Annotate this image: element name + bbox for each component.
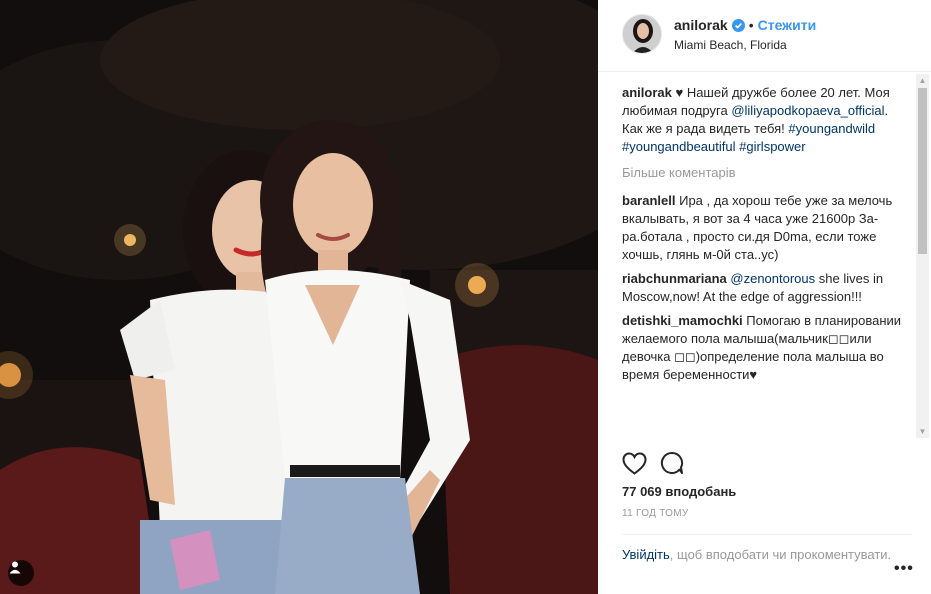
header-title-row: anilorak • Стежити [674,17,816,33]
hashtag-link[interactable]: #youngandwild [788,121,875,136]
separator-dot: • [748,17,754,33]
like-button[interactable] [622,449,652,477]
post-sidebar: anilorak • Стежити Miami Beach, Florida … [598,0,931,594]
caption: anilorak ♥ Нашей дружбе более 20 лет. Мо… [622,84,912,156]
follow-button[interactable]: Стежити [758,17,817,33]
post-timestamp[interactable]: 11 ГОД ТОМУ [622,508,689,519]
avatar[interactable] [622,14,662,54]
post-author-username[interactable]: anilorak [674,17,728,33]
comment-username[interactable]: baranlell [622,193,675,208]
comment-username[interactable]: detishki_mamochki [622,313,743,328]
comments-list[interactable]: anilorak ♥ Нашей дружбе более 20 лет. Мо… [622,84,912,434]
more-options-button[interactable]: ••• [894,560,914,578]
load-more-comments-link[interactable]: Більше коментарів [622,164,912,182]
login-link[interactable]: Увійдіть [622,547,670,562]
scroll-thumb[interactable] [918,88,927,254]
comment-icon [660,451,684,474]
scroll-up-arrow-icon[interactable]: ▲ [916,74,929,87]
post-photo[interactable] [0,0,598,594]
heart-icon [622,451,647,475]
comment-item: baranlell Ира , да хорош тебе уже за мел… [622,192,912,264]
hashtag-link[interactable]: #youngandbeautiful [622,139,736,154]
post-header: anilorak • Стежити Miami Beach, Florida [598,0,931,72]
photo-illustration [0,0,598,594]
like-count[interactable]: 77 069 вподобань [622,484,736,499]
login-prompt: Увійдіть, щоб вподобати чи прокоментуват… [622,534,912,564]
caption-username[interactable]: anilorak [622,85,672,100]
hashtag-link[interactable]: #girlspower [739,139,805,154]
post-location[interactable]: Miami Beach, Florida [674,38,787,52]
comments-scrollbar[interactable]: ▲ ▼ [916,74,929,438]
scroll-down-arrow-icon[interactable]: ▼ [916,425,929,438]
user-tag-icon[interactable] [8,560,34,586]
caption-mention-link[interactable]: @liliyapodkopaeva_official [731,103,884,118]
comment-mention-link[interactable]: @zenontorous [730,271,815,286]
comment-item: riabchunmariana @zenontorous she lives i… [622,270,912,306]
login-prompt-text: , щоб вподобати чи прокоментувати. [669,547,892,562]
post-actions [622,448,698,478]
comment-button[interactable] [660,449,690,477]
comment-username[interactable]: riabchunmariana [622,271,727,286]
verified-badge-icon [731,18,745,32]
comment-item: detishki_mamochki Помогаю в планировании… [622,312,912,384]
